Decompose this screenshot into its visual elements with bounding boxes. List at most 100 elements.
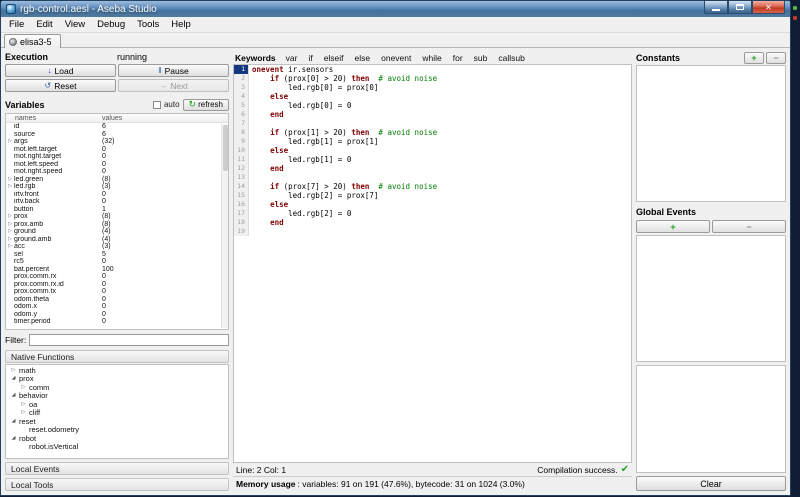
code-line-16[interactable]: 16 else — [234, 200, 631, 209]
keyword-button-callsub[interactable]: callsub — [493, 52, 529, 64]
menu-help[interactable]: Help — [165, 18, 197, 31]
variables-scrollbar[interactable] — [221, 124, 228, 328]
menu-view[interactable]: View — [59, 18, 91, 31]
line-number[interactable]: 18 — [234, 218, 249, 227]
code-line-13[interactable]: 13 — [234, 173, 631, 182]
variable-row-led.green[interactable]: ▷led.green(8) — [6, 176, 228, 184]
tree-item-comm[interactable]: ▷comm — [6, 383, 228, 392]
variable-row-mot.left.speed[interactable]: mot.left.speed0 — [6, 161, 228, 169]
expand-arrow-icon[interactable]: ▷ — [6, 214, 14, 219]
collapsed-arrow-icon[interactable]: ▷ — [20, 410, 27, 415]
code-line-10[interactable]: 10 else — [234, 146, 631, 155]
code-line-5[interactable]: 5 led.rgb[0] = 0 — [234, 101, 631, 110]
variable-row-source[interactable]: source6 — [6, 131, 228, 139]
expand-arrow-icon[interactable]: ▷ — [6, 222, 14, 227]
expanded-arrow-icon[interactable]: ◢ — [10, 419, 17, 424]
title-bar[interactable]: rgb-control.aesl - Aseba Studio ✕ — [1, 1, 790, 17]
close-button[interactable]: ✕ — [752, 1, 785, 14]
variable-row-timer.period[interactable]: timer.period0 — [6, 318, 228, 326]
code-line-6[interactable]: 6 end — [234, 110, 631, 119]
tree-item-robot-isVertical[interactable]: robot.isVertical — [6, 443, 228, 452]
scrollbar-thumb[interactable] — [223, 125, 228, 171]
line-number[interactable]: 7 — [234, 119, 249, 128]
line-number[interactable]: 15 — [234, 191, 249, 200]
variable-row-sel[interactable]: sel5 — [6, 251, 228, 259]
keyword-button-sub[interactable]: sub — [469, 52, 493, 64]
column-header-values[interactable]: values — [102, 115, 228, 122]
code-line-19[interactable]: 19 — [234, 227, 631, 236]
tree-item-math[interactable]: ▷math — [6, 366, 228, 375]
filter-input[interactable] — [29, 334, 229, 346]
code-line-8[interactable]: 8 if (prox[1] > 20) then # avoid noise — [234, 128, 631, 137]
variable-row-bat.percent[interactable]: bat.percent100 — [6, 266, 228, 274]
code-line-14[interactable]: 14 if (prox[7] > 20) then # avoid noise — [234, 182, 631, 191]
expand-arrow-icon[interactable]: ▷ — [6, 177, 14, 182]
tree-item-prox[interactable]: ◢prox — [6, 375, 228, 384]
collapsed-arrow-icon[interactable]: ▷ — [20, 402, 27, 407]
line-number[interactable]: 4 — [234, 92, 249, 101]
collapsed-arrow-icon[interactable]: ▷ — [20, 385, 27, 390]
code-editor[interactable]: 1onevent ir.sensors2 if (prox[0] > 20) t… — [233, 64, 632, 463]
code-line-3[interactable]: 3 led.rgb[0] = prox[0] — [234, 83, 631, 92]
variable-row-mot.left.target[interactable]: mot.left.target0 — [6, 146, 228, 154]
variable-row-odom.y[interactable]: odom.y0 — [6, 311, 228, 319]
variable-row-prox.comm.rx.id[interactable]: prox.comm.rx.id0 — [6, 281, 228, 289]
minimize-button[interactable] — [704, 1, 728, 14]
variable-row-odom.theta[interactable]: odom.theta0 — [6, 296, 228, 304]
line-number[interactable]: 12 — [234, 164, 249, 173]
local-tools-header[interactable]: Local Tools — [5, 478, 229, 491]
keyword-button-if[interactable]: if — [303, 52, 317, 64]
variable-row-id[interactable]: id6 — [6, 123, 228, 131]
variable-row-irtv.back[interactable]: irtv.back0 — [6, 198, 228, 206]
global-events-list[interactable] — [636, 235, 786, 362]
clear-button[interactable]: Clear — [636, 476, 786, 491]
variable-row-acc[interactable]: ▷acc(3) — [6, 243, 228, 251]
auto-refresh-checkbox[interactable] — [153, 101, 161, 109]
event-log-list[interactable] — [636, 365, 786, 473]
variable-row-prox.comm.rx[interactable]: prox.comm.rx0 — [6, 273, 228, 281]
menu-file[interactable]: File — [3, 18, 30, 31]
variable-row-irtv.front[interactable]: irtv.front0 — [6, 191, 228, 199]
line-number[interactable]: 1 — [234, 65, 249, 74]
variable-row-led.rgb[interactable]: ▷led.rgb(3) — [6, 183, 228, 191]
code-line-15[interactable]: 15 led.rgb[2] = prox[7] — [234, 191, 631, 200]
remove-event-button[interactable]: − — [712, 220, 786, 233]
line-number[interactable]: 8 — [234, 128, 249, 137]
tree-item-reset[interactable]: ◢reset — [6, 417, 228, 426]
local-events-header[interactable]: Local Events — [5, 462, 229, 475]
remove-constant-button[interactable]: − — [766, 52, 786, 64]
code-line-17[interactable]: 17 led.rgb[2] = 0 — [234, 209, 631, 218]
line-number[interactable]: 5 — [234, 101, 249, 110]
variable-row-ground.amb[interactable]: ▷ground.amb(4) — [6, 236, 228, 244]
expanded-arrow-icon[interactable]: ◢ — [10, 436, 17, 441]
expand-arrow-icon[interactable]: ▷ — [6, 244, 14, 249]
keyword-button-var[interactable]: var — [281, 52, 303, 64]
line-number[interactable]: 17 — [234, 209, 249, 218]
line-number[interactable]: 2 — [234, 74, 249, 83]
code-line-1[interactable]: 1onevent ir.sensors — [234, 65, 631, 74]
tree-item-robot[interactable]: ◢robot — [6, 434, 228, 443]
code-line-18[interactable]: 18 end — [234, 218, 631, 227]
keyword-button-elseif[interactable]: elseif — [319, 52, 349, 64]
line-number[interactable]: 11 — [234, 155, 249, 164]
line-number[interactable]: 9 — [234, 137, 249, 146]
variable-row-rc5[interactable]: rc50 — [6, 258, 228, 266]
keyword-button-while[interactable]: while — [417, 52, 446, 64]
variable-row-args[interactable]: ▷args(32) — [6, 138, 228, 146]
line-number[interactable]: 3 — [234, 83, 249, 92]
reset-button[interactable]: ↺Reset — [5, 79, 116, 92]
variable-row-prox[interactable]: ▷prox(8) — [6, 213, 228, 221]
pause-button[interactable]: ‖Pause — [118, 64, 229, 77]
line-number[interactable]: 10 — [234, 146, 249, 155]
code-line-2[interactable]: 2 if (prox[0] > 20) then # avoid noise — [234, 74, 631, 83]
code-line-12[interactable]: 12 end — [234, 164, 631, 173]
tree-item-oa[interactable]: ▷oa — [6, 400, 228, 409]
code-line-4[interactable]: 4 else — [234, 92, 631, 101]
add-constant-button[interactable]: + — [744, 52, 764, 64]
variable-row-mot.right.speed[interactable]: mot.right.speed0 — [6, 168, 228, 176]
tree-item-reset-odometry[interactable]: reset.odometry — [6, 426, 228, 435]
next-button[interactable]: →Next — [118, 79, 229, 92]
line-number[interactable]: 19 — [234, 227, 249, 236]
maximize-button[interactable] — [728, 1, 752, 14]
expanded-arrow-icon[interactable]: ◢ — [10, 393, 17, 398]
